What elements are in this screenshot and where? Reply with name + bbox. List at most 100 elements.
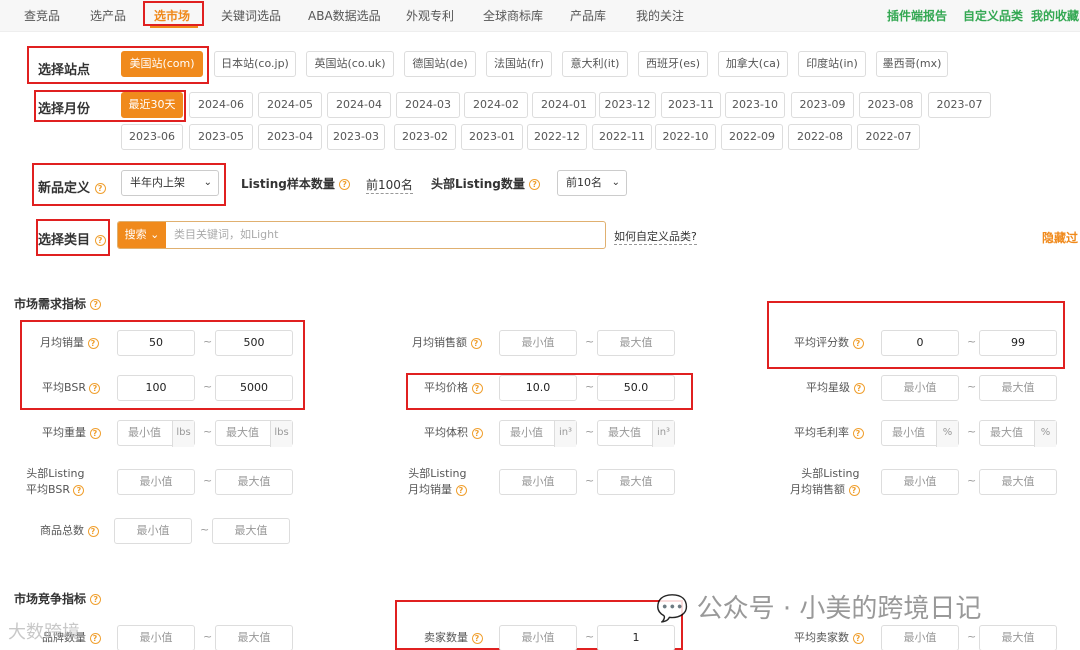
month-option[interactable]: 2024-03 (396, 92, 460, 118)
head-revenue-label: 头部Listing 月均销售额 ? (790, 467, 860, 496)
monthly-sales-label: 月均销量 ? (40, 335, 99, 351)
head-sales-min[interactable]: 最小值 (499, 469, 577, 495)
month-option[interactable]: 2023-06 (121, 124, 183, 150)
month-option[interactable]: 2023-05 (189, 124, 253, 150)
newdef-label: 新品定义 ? (38, 177, 106, 196)
avg-price-min[interactable]: 10.0 (499, 375, 577, 401)
chevron-down-icon: ⌄ (203, 177, 212, 188)
avg-price-max[interactable]: 50.0 (597, 375, 675, 401)
category-input[interactable]: 类目关键词，如Light (174, 222, 594, 248)
month-option[interactable]: 2023-03 (327, 124, 385, 150)
newdef-select[interactable]: 半年内上架 ⌄ (121, 170, 219, 196)
month-option[interactable]: 2022-10 (655, 124, 716, 150)
seller-count-min[interactable]: 最小值 (499, 625, 577, 650)
avg-sellers-max[interactable]: 最大值 (979, 625, 1057, 650)
month-option[interactable]: 2022-08 (788, 124, 852, 150)
head-select[interactable]: 前10名 ⌄ (557, 170, 627, 196)
month-option[interactable]: 2023-12 (599, 92, 656, 118)
favorites-link[interactable]: 我的收藏 (1031, 0, 1079, 32)
month-option[interactable]: 2022-07 (857, 124, 920, 150)
month-option[interactable]: 2022-12 (527, 124, 587, 150)
head-sales-label: 头部Listing 月均销量 ? (408, 467, 467, 496)
avg-volume-min[interactable]: 最小值 in³ (499, 420, 577, 447)
avg-margin-min[interactable]: 最小值% (881, 420, 959, 447)
tab-product[interactable]: 选产品 (90, 0, 126, 32)
month-option[interactable]: 2022-11 (592, 124, 652, 150)
month-option[interactable]: 2023-01 (461, 124, 523, 150)
monthly-revenue-max[interactable]: 最大值 (597, 330, 675, 356)
tab-patent[interactable]: 外观专利 (406, 0, 454, 32)
site-option-mx[interactable]: 墨西哥(mx) (876, 51, 948, 77)
tab-follow[interactable]: 我的关注 (636, 0, 684, 32)
site-option-jp[interactable]: 日本站(co.jp) (214, 51, 296, 77)
custom-category-link[interactable]: 自定义品类 (963, 0, 1023, 32)
site-option-de[interactable]: 德国站(de) (404, 51, 476, 77)
range-dash: ~ (967, 630, 977, 643)
avg-sellers-min[interactable]: 最小值 (881, 625, 959, 650)
site-option-uk[interactable]: 英国站(co.uk) (306, 51, 394, 77)
month-option[interactable]: 2024-06 (189, 92, 253, 118)
help-icon: ? (470, 337, 482, 349)
head-bsr-label: 头部Listing 平均BSR ? (26, 467, 85, 496)
help-icon: ? (852, 337, 864, 349)
site-option-fr[interactable]: 法国站(fr) (486, 51, 552, 77)
avg-rating-min[interactable]: 最小值 (881, 375, 959, 401)
avg-bsr-min[interactable]: 100 (117, 375, 195, 401)
avg-reviews-min[interactable]: 0 (881, 330, 959, 356)
tab-aba[interactable]: ABA数据选品 (308, 0, 381, 32)
month-option[interactable]: 2023-02 (394, 124, 456, 150)
site-option-us[interactable]: 美国站(com) (121, 51, 203, 77)
site-option-es[interactable]: 西班牙(es) (638, 51, 708, 77)
month-option[interactable]: 2023-07 (928, 92, 991, 118)
month-option[interactable]: 2023-08 (859, 92, 922, 118)
site-option-it[interactable]: 意大利(it) (562, 51, 628, 77)
head-bsr-min[interactable]: 最小值 (117, 469, 195, 495)
total-goods-label: 商品总数 ? (40, 523, 99, 539)
month-option[interactable]: 2023-10 (725, 92, 785, 118)
total-goods-min[interactable]: 最小值 (114, 518, 192, 544)
help-icon: ? (89, 427, 101, 439)
corner-watermark: 大数跨境 (8, 622, 80, 643)
head-sales-max[interactable]: 最大值 (597, 469, 675, 495)
month-option[interactable]: 2024-01 (532, 92, 596, 118)
watermark: 💬 公众号 · 小美的跨境日记 (656, 594, 982, 624)
avg-bsr-max[interactable]: 5000 (215, 375, 293, 401)
search-button[interactable]: 搜索 ⌄ (118, 222, 166, 248)
help-icon: ? (853, 382, 865, 394)
brand-count-max[interactable]: 最大值 (215, 625, 293, 650)
custom-category-help[interactable]: 如何自定义品类? (614, 228, 697, 245)
total-goods-max[interactable]: 最大值 (212, 518, 290, 544)
site-option-in[interactable]: 印度站(in) (798, 51, 866, 77)
month-option[interactable]: 2024-05 (258, 92, 322, 118)
tab-library[interactable]: 产品库 (570, 0, 606, 32)
month-option[interactable]: 2023-09 (791, 92, 854, 118)
avg-reviews-max[interactable]: 99 (979, 330, 1057, 356)
tab-keyword[interactable]: 关键词选品 (221, 0, 281, 32)
month-option[interactable]: 2022-09 (721, 124, 783, 150)
seller-count-max[interactable]: 1 (597, 625, 675, 650)
tab-trademark[interactable]: 全球商标库 (483, 0, 543, 32)
monthly-revenue-min[interactable]: 最小值 (499, 330, 577, 356)
tab-competitor[interactable]: 查竞品 (24, 0, 60, 32)
head-revenue-max[interactable]: 最大值 (979, 469, 1057, 495)
site-option-ca[interactable]: 加拿大(ca) (718, 51, 788, 77)
month-option[interactable]: 最近30天 (121, 92, 183, 118)
avg-weight-max[interactable]: 最大值 lbs (215, 420, 293, 447)
head-bsr-max[interactable]: 最大值 (215, 469, 293, 495)
help-icon: ? (73, 484, 85, 496)
monthly-sales-min[interactable]: 50 (117, 330, 195, 356)
month-option[interactable]: 2024-02 (464, 92, 528, 118)
plugin-report-link[interactable]: 插件端报告 (887, 0, 947, 32)
help-icon: ? (848, 484, 860, 496)
avg-margin-max[interactable]: 最大值% (979, 420, 1057, 447)
brand-count-min[interactable]: 最小值 (117, 625, 195, 650)
head-revenue-min[interactable]: 最小值 (881, 469, 959, 495)
monthly-sales-max[interactable]: 500 (215, 330, 293, 356)
month-option[interactable]: 2023-11 (661, 92, 721, 118)
avg-weight-min[interactable]: 最小值 lbs (117, 420, 195, 447)
avg-volume-max[interactable]: 最大值 in³ (597, 420, 675, 447)
month-option[interactable]: 2023-04 (258, 124, 322, 150)
avg-rating-max[interactable]: 最大值 (979, 375, 1057, 401)
hide-link[interactable]: 隐藏过 (1042, 229, 1078, 246)
month-option[interactable]: 2024-04 (327, 92, 391, 118)
